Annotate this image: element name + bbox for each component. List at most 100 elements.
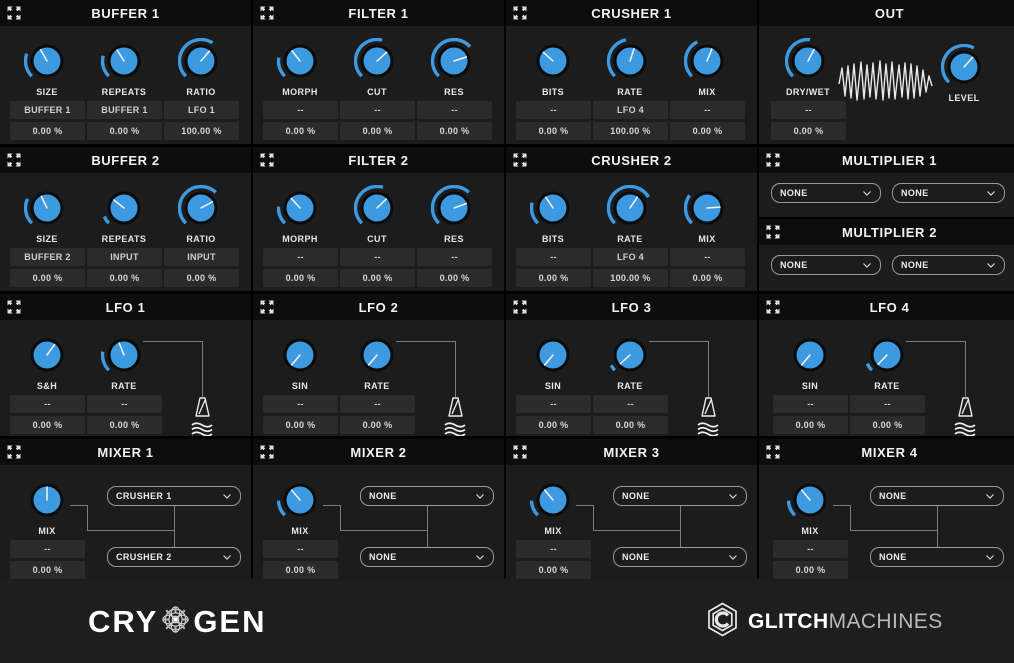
expand-icon[interactable] [260, 153, 274, 167]
mixer-3-source-b[interactable]: NONE [613, 547, 747, 567]
mod-amount-field[interactable]: 0.00 % [263, 561, 338, 579]
mixer-2-source-b[interactable]: NONE [360, 547, 494, 567]
mod-source-field[interactable]: LFO 4 [593, 248, 668, 266]
mod-amount-field[interactable]: 0.00 % [10, 122, 85, 140]
mod-source-field[interactable]: BUFFER 1 [10, 101, 85, 119]
mod-amount-field[interactable]: 0.00 % [263, 122, 338, 140]
knob-cut[interactable]: CUT [346, 38, 408, 97]
mod-source-field[interactable]: -- [340, 101, 415, 119]
expand-icon[interactable] [260, 6, 274, 20]
mod-source-field[interactable]: -- [670, 248, 745, 266]
knob-shape[interactable]: SIN [779, 332, 841, 391]
mod-amount-field[interactable]: 0.00 % [771, 122, 846, 140]
knob-level[interactable]: LEVEL [933, 44, 995, 103]
mod-amount-field[interactable]: 100.00 % [593, 122, 668, 140]
mod-source-field[interactable]: -- [340, 395, 415, 413]
mod-amount-field[interactable]: 0.00 % [340, 416, 415, 434]
mod-amount-field[interactable]: 0.00 % [340, 122, 415, 140]
mod-source-field[interactable]: LFO 1 [164, 101, 239, 119]
mixer-2-source-a[interactable]: NONE [360, 486, 494, 506]
mod-amount-field[interactable]: 0.00 % [87, 416, 162, 434]
mixer-4-source-b[interactable]: NONE [870, 547, 1004, 567]
knob-shape[interactable]: SIN [522, 332, 584, 391]
mod-amount-field[interactable]: 0.00 % [10, 561, 85, 579]
expand-icon[interactable] [7, 445, 21, 459]
knob-rate[interactable]: RATE [599, 38, 661, 97]
expand-icon[interactable] [513, 445, 527, 459]
mixer-1-source-b[interactable]: CRUSHER 2 [107, 547, 241, 567]
mod-source-field[interactable]: BUFFER 1 [87, 101, 162, 119]
mod-amount-field[interactable]: 0.00 % [10, 416, 85, 434]
expand-icon[interactable] [766, 300, 780, 314]
mod-source-field[interactable]: -- [263, 248, 338, 266]
mod-amount-field[interactable]: 0.00 % [593, 416, 668, 434]
mod-amount-field[interactable]: 0.00 % [417, 122, 492, 140]
wave-icon[interactable] [444, 421, 467, 437]
knob-morph[interactable]: MORPH [269, 185, 331, 244]
knob-rate[interactable]: RATE [599, 185, 661, 244]
metronome-icon[interactable] [699, 396, 718, 423]
mod-amount-field[interactable]: 0.00 % [850, 416, 925, 434]
expand-icon[interactable] [7, 153, 21, 167]
wave-icon[interactable] [697, 421, 720, 437]
knob-mix[interactable]: MIX [676, 185, 738, 244]
mod-amount-field[interactable]: 0.00 % [773, 416, 848, 434]
mod-source-field[interactable]: INPUT [164, 248, 239, 266]
mod-source-field[interactable]: -- [516, 395, 591, 413]
knob-shape[interactable]: S&H [16, 332, 78, 391]
mod-amount-field[interactable]: 0.00 % [417, 269, 492, 287]
mod-source-field[interactable]: -- [10, 395, 85, 413]
knob-mix[interactable]: MIX [522, 477, 584, 536]
mod-amount-field[interactable]: 0.00 % [340, 269, 415, 287]
mod-amount-field[interactable]: 0.00 % [516, 561, 591, 579]
vendor-logo[interactable]: GLITCHMACHINES [706, 602, 943, 642]
expand-icon[interactable] [260, 445, 274, 459]
mod-amount-field[interactable]: 100.00 % [164, 122, 239, 140]
metronome-icon[interactable] [193, 396, 212, 423]
multiplier-2-select-b[interactable]: NONE [892, 255, 1005, 275]
mod-source-field[interactable]: -- [773, 540, 848, 558]
mixer-4-source-a[interactable]: NONE [870, 486, 1004, 506]
mod-amount-field[interactable]: 0.00 % [263, 416, 338, 434]
mod-amount-field[interactable]: 0.00 % [87, 122, 162, 140]
knob-ratio[interactable]: RATIO [170, 185, 232, 244]
expand-icon[interactable] [513, 300, 527, 314]
mod-amount-field[interactable]: 0.00 % [670, 269, 745, 287]
knob-mix[interactable]: MIX [269, 477, 331, 536]
mod-amount-field[interactable]: 0.00 % [87, 269, 162, 287]
mod-amount-field[interactable]: 0.00 % [670, 122, 745, 140]
knob-morph[interactable]: MORPH [269, 38, 331, 97]
knob-size[interactable]: SIZE [16, 185, 78, 244]
mod-source-field[interactable]: BUFFER 2 [10, 248, 85, 266]
knob-mix[interactable]: MIX [779, 477, 841, 536]
mod-source-field[interactable]: -- [263, 395, 338, 413]
mod-amount-field[interactable]: 0.00 % [10, 269, 85, 287]
mod-amount-field[interactable]: 0.00 % [516, 416, 591, 434]
mod-source-field[interactable]: -- [850, 395, 925, 413]
knob-cut[interactable]: CUT [346, 185, 408, 244]
knob-dry-wet[interactable]: DRY/WET [777, 38, 839, 97]
mod-amount-field[interactable]: 0.00 % [164, 269, 239, 287]
metronome-icon[interactable] [956, 396, 975, 423]
knob-shape[interactable]: SIN [269, 332, 331, 391]
knob-res[interactable]: RES [423, 38, 485, 97]
mod-source-field[interactable]: -- [417, 248, 492, 266]
mod-amount-field[interactable]: 0.00 % [263, 269, 338, 287]
mod-source-field[interactable]: -- [263, 540, 338, 558]
knob-size[interactable]: SIZE [16, 38, 78, 97]
mixer-3-source-a[interactable]: NONE [613, 486, 747, 506]
mod-source-field[interactable]: LFO 4 [593, 101, 668, 119]
expand-icon[interactable] [513, 6, 527, 20]
wave-icon[interactable] [954, 421, 977, 437]
mod-amount-field[interactable]: 0.00 % [773, 561, 848, 579]
expand-icon[interactable] [766, 225, 780, 239]
mod-source-field[interactable]: -- [516, 248, 591, 266]
multiplier-1-select-b[interactable]: NONE [892, 183, 1005, 203]
multiplier-2-select-a[interactable]: NONE [771, 255, 881, 275]
knob-ratio[interactable]: RATIO [170, 38, 232, 97]
expand-icon[interactable] [260, 300, 274, 314]
mod-amount-field[interactable]: 0.00 % [516, 122, 591, 140]
knob-repeats[interactable]: REPEATS [93, 38, 155, 97]
metronome-icon[interactable] [446, 396, 465, 423]
mod-amount-field[interactable]: 100.00 % [593, 269, 668, 287]
